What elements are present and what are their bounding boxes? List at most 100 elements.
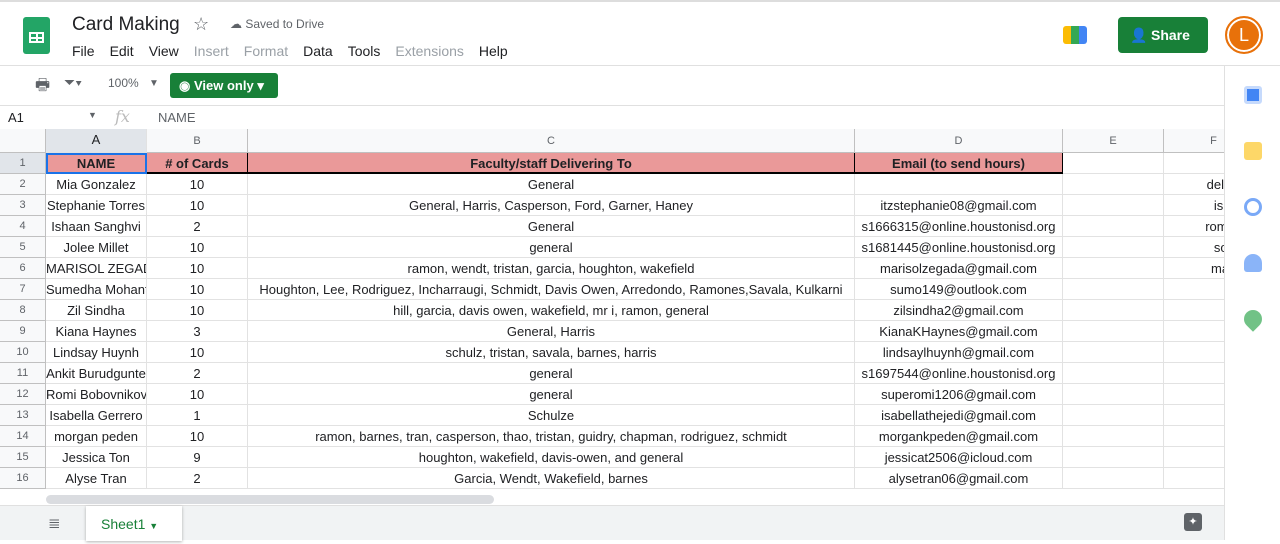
table-cell[interactable]: Zil Sindha (46, 300, 147, 321)
table-cell[interactable]: superomi1206@gmail.com (855, 384, 1063, 405)
column-header-A[interactable]: A (46, 129, 147, 153)
table-cell[interactable] (1063, 195, 1164, 216)
share-button[interactable]: 👤 Share (1118, 17, 1208, 53)
header-cell[interactable] (1063, 153, 1164, 174)
row-header[interactable]: 8 (0, 300, 46, 321)
table-cell[interactable]: General, Harris (248, 321, 855, 342)
table-cell[interactable]: Isabella Gerrero (46, 405, 147, 426)
table-cell[interactable]: Schulze (248, 405, 855, 426)
table-cell[interactable] (1063, 216, 1164, 237)
meet-icon[interactable] (1063, 26, 1087, 44)
table-cell[interactable]: KianaKHaynes@gmail.com (855, 321, 1063, 342)
table-cell[interactable]: romi bobo (1164, 216, 1224, 237)
table-cell[interactable]: lindsaylhuynh@gmail.com (855, 342, 1063, 363)
table-cell[interactable]: hill, garcia, davis owen, wakefield, mr … (248, 300, 855, 321)
header-cell[interactable]: NAME (46, 153, 147, 174)
column-header-E[interactable]: E (1063, 129, 1164, 153)
row-header[interactable]: 4 (0, 216, 46, 237)
table-cell[interactable] (1063, 342, 1164, 363)
maps-icon[interactable] (1240, 306, 1266, 332)
calendar-icon[interactable] (1244, 86, 1262, 104)
header-cell[interactable]: Email (to send hours) (855, 153, 1063, 174)
name-box[interactable]: A1 (8, 110, 24, 125)
menu-data[interactable]: Data (303, 43, 333, 59)
table-cell[interactable] (1063, 405, 1164, 426)
table-cell[interactable]: 10 (147, 174, 248, 195)
header-cell[interactable]: Faculty/staff Delivering To (248, 153, 855, 174)
table-cell[interactable]: 2 (147, 468, 248, 489)
table-cell[interactable]: s1666315@online.houstonisd.org (855, 216, 1063, 237)
zoom-select[interactable]: 100% (108, 76, 139, 90)
row-header[interactable]: 5 (0, 237, 46, 258)
table-cell[interactable]: Ankit Burudgunte (46, 363, 147, 384)
menu-tools[interactable]: Tools (348, 43, 381, 59)
table-cell[interactable] (1164, 447, 1224, 468)
table-cell[interactable]: deleted le (1164, 174, 1224, 195)
view-only-button[interactable]: ◉ View only ▾ (170, 73, 278, 98)
table-cell[interactable]: 10 (147, 342, 248, 363)
table-cell[interactable]: 9 (147, 447, 248, 468)
table-cell[interactable]: jessicat2506@icloud.com (855, 447, 1063, 468)
chevron-down-icon[interactable]: ▼ (149, 521, 158, 531)
table-cell[interactable] (1164, 342, 1224, 363)
column-header-B[interactable]: B (147, 129, 248, 153)
column-header-C[interactable]: C (248, 129, 855, 153)
table-cell[interactable] (1063, 321, 1164, 342)
row-header[interactable]: 3 (0, 195, 46, 216)
doc-title[interactable]: Card Making (72, 14, 180, 36)
select-all-corner[interactable] (0, 129, 46, 153)
table-cell[interactable] (1164, 384, 1224, 405)
table-cell[interactable]: 10 (147, 258, 248, 279)
table-cell[interactable]: isabellathejedi@gmail.com (855, 405, 1063, 426)
table-cell[interactable] (1164, 426, 1224, 447)
all-sheets-icon[interactable]: ≣ (48, 514, 61, 532)
table-cell[interactable]: Romi Bobovnikov (46, 384, 147, 405)
table-cell[interactable] (1063, 468, 1164, 489)
row-header[interactable]: 16 (0, 468, 46, 489)
tasks-icon[interactable] (1244, 198, 1262, 216)
table-cell[interactable]: General (248, 174, 855, 195)
table-cell[interactable]: morgankpeden@gmail.com (855, 426, 1063, 447)
table-cell[interactable]: alysetran06@gmail.com (855, 468, 1063, 489)
table-cell[interactable] (1164, 300, 1224, 321)
table-cell[interactable]: houghton, wakefield, davis-owen, and gen… (248, 447, 855, 468)
column-header-F[interactable]: F (1164, 129, 1224, 153)
row-header[interactable]: 1 (0, 153, 46, 174)
menu-insert[interactable]: Insert (194, 43, 229, 59)
table-cell[interactable]: s1681445@online.houstonisd.org (855, 237, 1063, 258)
table-cell[interactable]: israel ga (1164, 195, 1224, 216)
table-cell[interactable] (1063, 384, 1164, 405)
table-cell[interactable]: zilsindha2@gmail.com (855, 300, 1063, 321)
menu-extensions[interactable]: Extensions (395, 43, 463, 59)
table-cell[interactable]: Houghton, Lee, Rodriguez, Incharraugi, S… (248, 279, 855, 300)
sheets-logo-icon[interactable] (23, 17, 50, 54)
chevron-down-icon[interactable]: ▼ (88, 110, 97, 120)
row-header[interactable]: 7 (0, 279, 46, 300)
row-header[interactable]: 15 (0, 447, 46, 468)
filter-icon[interactable]: ⏷▾ (64, 74, 82, 91)
table-cell[interactable]: ramon, barnes, tran, casperson, thao, tr… (248, 426, 855, 447)
table-cell[interactable] (1164, 279, 1224, 300)
table-cell[interactable] (1063, 258, 1164, 279)
table-cell[interactable]: 10 (147, 426, 248, 447)
table-cell[interactable]: general (248, 237, 855, 258)
table-cell[interactable]: schulz, tristan, savala, barnes, harris (248, 342, 855, 363)
table-cell[interactable]: general (248, 363, 855, 384)
table-cell[interactable]: sumo149@outlook.com (855, 279, 1063, 300)
table-cell[interactable]: 10 (147, 384, 248, 405)
spreadsheet-grid[interactable]: A B C D E F 1 NAME # of Cards Faculty/staff Deliv… (0, 129, 1224, 495)
table-cell[interactable]: morgan peden (46, 426, 147, 447)
table-cell[interactable]: Jessica Ton (46, 447, 147, 468)
menu-format[interactable]: Format (244, 43, 288, 59)
star-icon[interactable]: ☆ (193, 14, 209, 35)
row-header[interactable]: 9 (0, 321, 46, 342)
table-cell[interactable]: Garcia, Wendt, Wakefield, barnes (248, 468, 855, 489)
table-cell[interactable]: General (248, 216, 855, 237)
row-header[interactable]: 11 (0, 363, 46, 384)
table-cell[interactable]: 1 (147, 405, 248, 426)
table-cell[interactable]: 10 (147, 237, 248, 258)
row-header[interactable]: 2 (0, 174, 46, 195)
row-header[interactable]: 10 (0, 342, 46, 363)
row-header[interactable]: 14 (0, 426, 46, 447)
horizontal-scrollbar[interactable] (46, 495, 494, 504)
